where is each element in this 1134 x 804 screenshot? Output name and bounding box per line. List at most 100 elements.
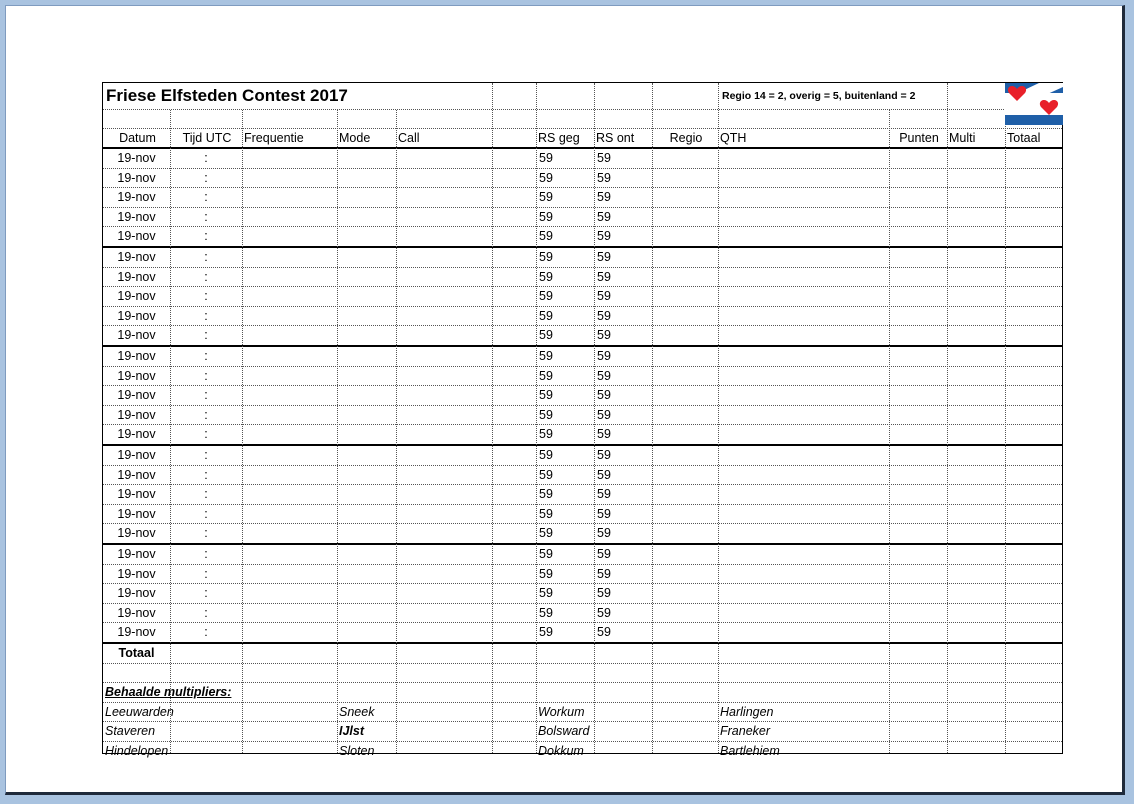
log-row: 19-nov: 59 59 bbox=[103, 307, 1062, 326]
rs-geg-cell: 59 bbox=[539, 547, 553, 561]
datum-cell: 19-nov bbox=[117, 170, 156, 185]
empty-cell bbox=[1005, 623, 1062, 642]
column-gridline bbox=[1005, 110, 1006, 753]
empty-cell bbox=[1005, 466, 1062, 485]
empty-cell bbox=[396, 347, 536, 366]
datum-cell: 19-nov bbox=[117, 388, 156, 402]
datum-cell: 19-nov bbox=[117, 151, 156, 165]
column-header-multi: Multi bbox=[949, 131, 976, 145]
empty-cell bbox=[242, 623, 337, 642]
empty-cell bbox=[652, 584, 718, 603]
empty-cell bbox=[242, 524, 337, 543]
empty-cell bbox=[889, 268, 947, 287]
friesland-flag-icon bbox=[1005, 83, 1063, 125]
empty-cell bbox=[396, 406, 536, 425]
title-row: Friese Elfsteden Contest 2017 Regio 14 = … bbox=[103, 83, 1062, 110]
empty-cell bbox=[947, 604, 1005, 623]
empty-cell bbox=[396, 425, 536, 444]
tijd-cell: : bbox=[204, 308, 208, 323]
column-gridline bbox=[652, 83, 653, 753]
rs-geg-cell: 59 bbox=[539, 269, 553, 284]
empty-cell bbox=[242, 406, 337, 425]
empty-cell bbox=[652, 287, 718, 306]
rs-ont-cell: 59 bbox=[597, 151, 611, 165]
empty-cell bbox=[889, 208, 947, 227]
tijd-cell: : bbox=[204, 526, 208, 540]
empty-cell bbox=[396, 446, 536, 465]
rs-geg-cell: 59 bbox=[539, 170, 553, 185]
scoring-note: Regio 14 = 2, overig = 5, buitenland = 2 bbox=[722, 90, 916, 102]
rs-geg-cell: 59 bbox=[539, 448, 553, 462]
empty-cell bbox=[947, 623, 1005, 642]
empty-cell bbox=[718, 623, 889, 642]
datum-cell: 19-nov bbox=[117, 229, 156, 243]
empty-cell bbox=[396, 505, 536, 524]
empty-cell bbox=[242, 466, 337, 485]
multiplier-city: Bartlehiem bbox=[720, 743, 780, 758]
empty-cell bbox=[947, 169, 1005, 188]
empty-cell bbox=[652, 466, 718, 485]
empty-cell bbox=[396, 524, 536, 543]
empty-cell bbox=[652, 307, 718, 326]
datum-cell: 19-nov bbox=[117, 250, 156, 264]
datum-cell: 19-nov bbox=[117, 328, 156, 342]
datum-cell: 19-nov bbox=[117, 308, 156, 323]
empty-cell bbox=[337, 406, 396, 425]
rs-ont-cell: 59 bbox=[597, 547, 611, 561]
datum-cell: 19-nov bbox=[117, 547, 156, 561]
empty-cell bbox=[889, 248, 947, 267]
column-header-punten: Punten bbox=[899, 131, 939, 145]
log-row: 19-nov: 59 59 bbox=[103, 268, 1062, 287]
empty-cell bbox=[652, 446, 718, 465]
log-row: 19-nov: 59 59 bbox=[103, 248, 1062, 268]
empty-cell bbox=[718, 347, 889, 366]
empty-cell bbox=[718, 248, 889, 267]
column-header-qth: QTH bbox=[720, 131, 747, 145]
column-header-call: Call bbox=[398, 131, 420, 145]
column-header-totaal: Totaal bbox=[1007, 131, 1041, 145]
empty-cell bbox=[652, 347, 718, 366]
empty-cell bbox=[889, 485, 947, 504]
log-row: 19-nov: 59 59 bbox=[103, 326, 1062, 347]
multiplier-city: Leeuwarden bbox=[105, 704, 174, 719]
datum-cell: 19-nov bbox=[117, 289, 156, 303]
empty-cell bbox=[337, 386, 396, 405]
empty-cell bbox=[337, 584, 396, 603]
empty-cell bbox=[1005, 425, 1062, 444]
empty-cell bbox=[718, 505, 889, 524]
tijd-cell: : bbox=[204, 151, 208, 165]
rs-geg-cell: 59 bbox=[539, 328, 553, 342]
empty-cell bbox=[947, 268, 1005, 287]
empty-cell bbox=[396, 208, 536, 227]
tijd-cell: : bbox=[204, 170, 208, 185]
empty-cell bbox=[396, 565, 536, 584]
empty-cell bbox=[652, 386, 718, 405]
empty-cell bbox=[947, 386, 1005, 405]
empty-cell bbox=[242, 169, 337, 188]
empty-cell bbox=[1005, 227, 1062, 246]
multiplier-row: Staveren IJlst Bolsward Franeker bbox=[103, 722, 1062, 742]
datum-cell: 19-nov bbox=[117, 368, 156, 383]
rs-geg-cell: 59 bbox=[539, 605, 553, 620]
empty-cell bbox=[889, 604, 947, 623]
empty-cell bbox=[889, 188, 947, 207]
empty-cell bbox=[337, 287, 396, 306]
column-gridline bbox=[536, 83, 537, 753]
rs-ont-cell: 59 bbox=[597, 407, 611, 422]
empty-cell bbox=[889, 446, 947, 465]
datum-cell: 19-nov bbox=[117, 487, 156, 501]
rs-ont-cell: 59 bbox=[597, 368, 611, 383]
total-label: Totaal bbox=[118, 646, 155, 660]
empty-cell bbox=[242, 565, 337, 584]
empty-cell bbox=[718, 604, 889, 623]
empty-cell bbox=[652, 565, 718, 584]
rs-ont-cell: 59 bbox=[597, 250, 611, 264]
empty-cell bbox=[396, 268, 536, 287]
empty-cell bbox=[1005, 565, 1062, 584]
empty-cell bbox=[1005, 524, 1062, 543]
datum-cell: 19-nov bbox=[117, 467, 156, 482]
empty-cell bbox=[652, 425, 718, 444]
tijd-cell: : bbox=[204, 605, 208, 620]
tijd-cell: : bbox=[204, 269, 208, 284]
multiplier-city: Franeker bbox=[720, 724, 771, 738]
